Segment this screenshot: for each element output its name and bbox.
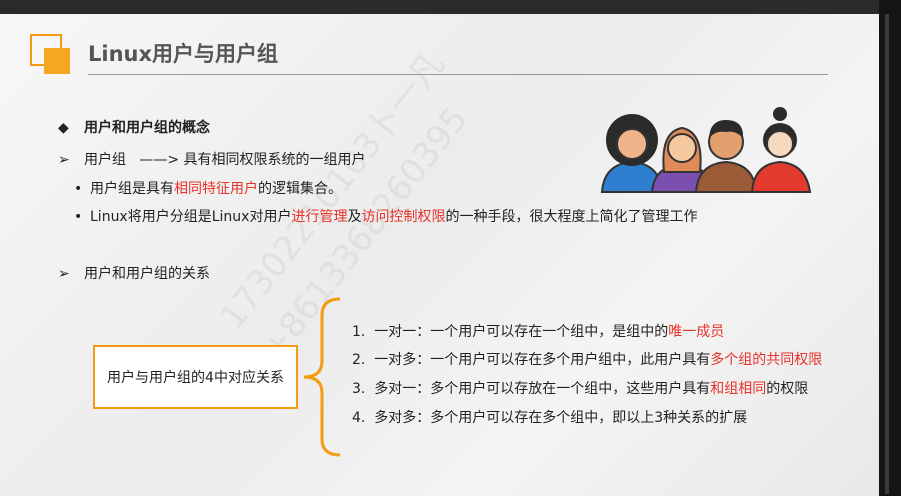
definition-arrow: ——> xyxy=(139,152,180,168)
bullet-item-2: • Linux将用户分组是Linux对用户进行管理及访问控制权限的一种手段，很大程… xyxy=(74,206,697,226)
relation-number: 4. xyxy=(352,410,366,426)
bullet-1-text-end: 的逻辑集合。 xyxy=(258,181,342,197)
presentation-slide: 17302210103卜一凡 +8613368260395 Linux用户与用户… xyxy=(0,14,879,496)
user-group-definition-text: 具有相同权限系统的一组用户 xyxy=(183,152,366,168)
relation-text: 多对一：多个用户可以存放在一个组中，这些用户具有 xyxy=(374,381,711,397)
relation-number: 3. xyxy=(352,381,366,397)
diamond-bullet-icon: ◆ xyxy=(58,120,69,136)
relation-item-3: 3. 多对一：多个用户可以存放在一个组中，这些用户具有和组相同的权限 xyxy=(352,378,808,398)
bullet-1-highlight: 相同特征用户 xyxy=(174,181,258,197)
relation-item-4: 4. 多对多：多个用户可以存在多个组中，即以上3种关系的扩展 xyxy=(352,407,747,427)
heading-relation: ➢ 用户和用户组的关系 xyxy=(58,263,210,283)
relation-text: 多对多：多个用户可以存在多个组中，即以上3种关系的扩展 xyxy=(374,410,748,426)
bullet-2-text: Linux将用户分组是Linux对用户 xyxy=(90,209,292,225)
curly-brace-icon xyxy=(303,297,341,457)
bullet-2-text-end: 的一种手段，很大程度上简化了管理工作 xyxy=(445,209,698,225)
user-group-term: 用户组 xyxy=(84,152,126,168)
relation-text-end: 的权限 xyxy=(766,381,809,397)
scrollbar-track[interactable] xyxy=(885,14,889,494)
relation-highlight: 唯一成员 xyxy=(668,324,725,340)
arrow-bullet-icon: ➢ xyxy=(58,266,70,282)
relation-text: 一对一：一个用户可以存在一个组中，是组中的 xyxy=(374,324,669,340)
person-1-icon xyxy=(600,114,664,193)
relation-box: 用户与用户组的4中对应关系 xyxy=(93,345,298,409)
bullet-item-1: • 用户组是具有相同特征用户的逻辑集合。 xyxy=(74,178,342,198)
person-4-icon xyxy=(750,107,812,193)
dot-bullet-icon: • xyxy=(74,181,83,197)
relation-item-2: 2. 一对多：一个用户可以存在多个用户组中，此用户具有多个组的共同权限 xyxy=(352,349,822,369)
heading-concept: ◆ 用户和用户组的概念 xyxy=(58,117,210,137)
title-divider xyxy=(88,74,828,75)
dot-bullet-icon: • xyxy=(74,209,83,225)
heading-concept-text: 用户和用户组的概念 xyxy=(84,120,210,136)
window-top-frame xyxy=(0,0,901,14)
user-group-illustration xyxy=(600,107,812,193)
relation-text: 一对多：一个用户可以存在多个用户组中，此用户具有 xyxy=(374,352,711,368)
user-group-definition: ➢ 用户组 ——> 具有相同权限系统的一组用户 xyxy=(58,149,366,169)
relation-highlight: 和组相同 xyxy=(710,381,767,397)
window-scrollbar[interactable] xyxy=(879,0,901,496)
heading-relation-text: 用户和用户组的关系 xyxy=(84,266,210,282)
bullet-2-mid: 及 xyxy=(347,209,362,225)
person-3-icon xyxy=(694,120,758,193)
slide-title: Linux用户与用户组 xyxy=(88,42,279,66)
relation-item-1: 1. 一对一：一个用户可以存在一个组中，是组中的唯一成员 xyxy=(352,321,724,341)
arrow-bullet-icon: ➢ xyxy=(58,152,70,168)
relation-number: 2. xyxy=(352,352,366,368)
relation-number: 1. xyxy=(352,324,366,340)
bullet-2-highlight-1: 进行管理 xyxy=(291,209,348,225)
bullet-1-text: 用户组是具有 xyxy=(90,181,174,197)
relation-highlight: 多个组的共同权限 xyxy=(710,352,823,368)
bullet-2-highlight-2: 访问控制权限 xyxy=(361,209,446,225)
slide-logo-icon xyxy=(30,34,72,76)
